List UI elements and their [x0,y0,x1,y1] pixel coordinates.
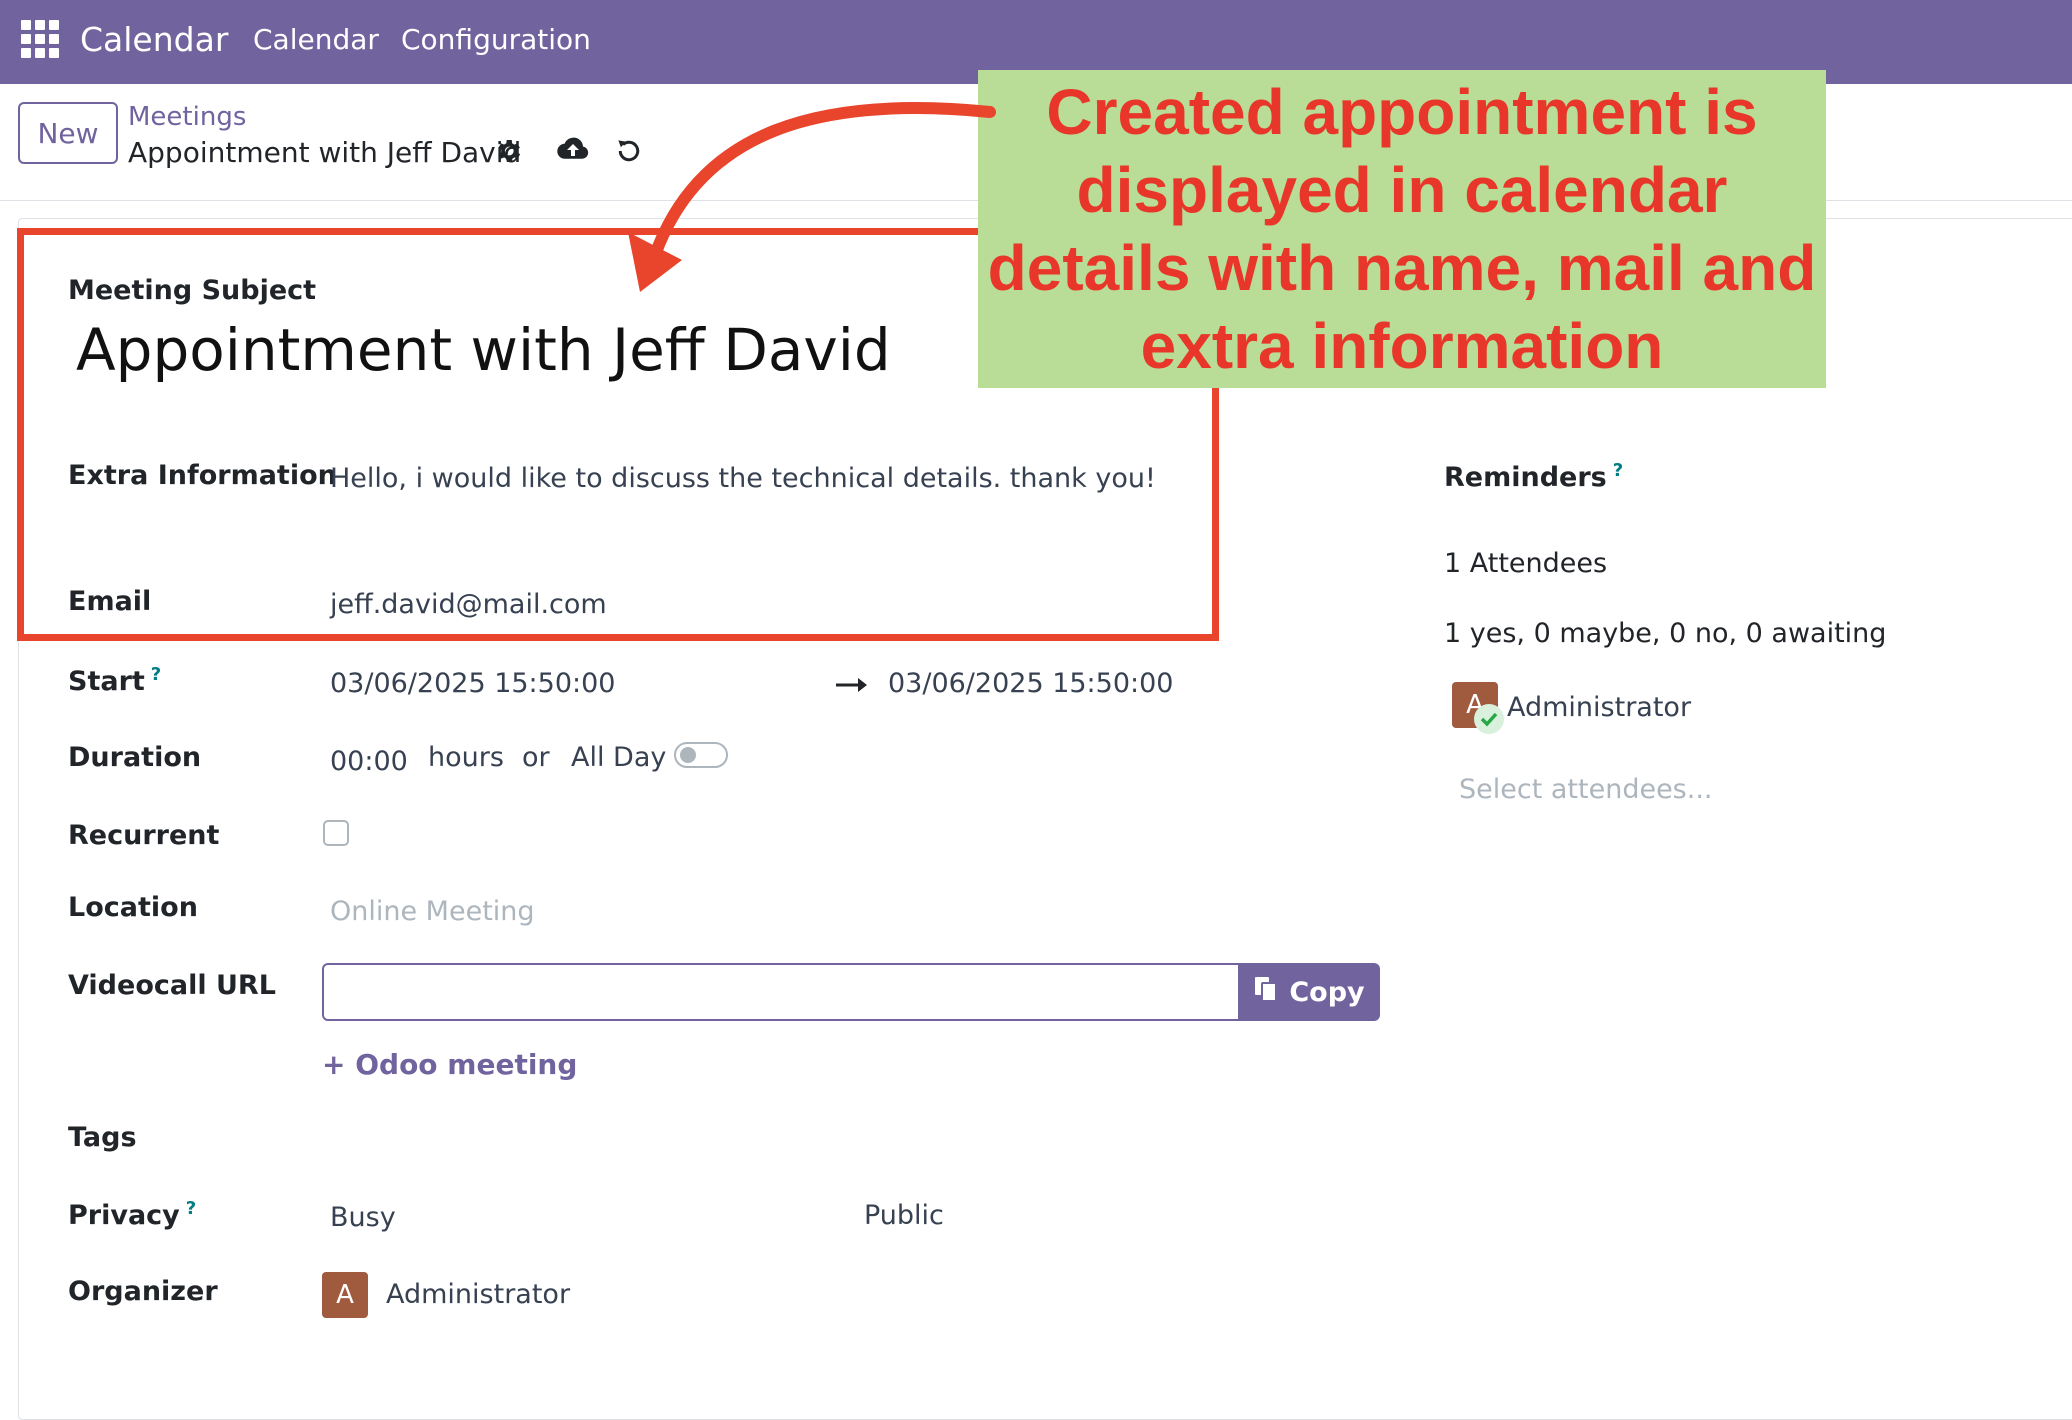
videocall-url-label: Videocall URL [68,970,276,1001]
start-help-icon[interactable]: ? [151,664,161,685]
tags-label: Tags [68,1122,137,1153]
stop-datetime-field[interactable]: 03/06/2025 15:50:00 [888,668,1173,699]
new-button[interactable]: New [18,102,118,164]
copy-label: Copy [1289,976,1365,1008]
recurrent-checkbox[interactable] [323,820,349,846]
accepted-check-icon [1474,704,1504,734]
select-attendees-input[interactable]: Select attendees... [1459,774,1713,805]
location-label: Location [68,892,198,923]
copy-button[interactable]: Copy [1238,963,1380,1021]
attendee-name[interactable]: Administrator [1507,692,1691,723]
breadcrumb-meetings[interactable]: Meetings [128,102,246,132]
start-datetime-field[interactable]: 03/06/2025 15:50:00 [330,668,615,699]
privacy-help-icon[interactable]: ? [186,1198,196,1219]
callout-text: Created appointment is displayed in cale… [987,76,1817,382]
organizer-avatar: A [322,1272,368,1318]
menu-calendar[interactable]: Calendar [253,23,379,56]
privacy-label: Privacy? [68,1198,196,1231]
reminders-label-text: Reminders [1444,462,1607,493]
videocall-url-input[interactable] [322,963,1240,1021]
all-day-label: All Day [571,742,667,773]
app-name[interactable]: Calendar [80,20,228,59]
organizer-label: Organizer [68,1276,218,1307]
reminders-label: Reminders? [1444,460,1623,493]
duration-field[interactable]: 00:00 [330,746,408,777]
annotation-callout: Created appointment is displayed in cale… [978,70,1826,388]
location-input[interactable]: Online Meeting [330,896,535,927]
attendees-count: 1 Attendees [1444,548,1608,579]
odoo-meeting-label: Odoo meeting [355,1048,578,1081]
start-label-text: Start [68,666,145,697]
menu-configuration[interactable]: Configuration [401,23,591,56]
or-text: or [522,742,550,773]
start-label: Start? [68,664,161,697]
copy-icon [1253,975,1279,1010]
reminders-help-icon[interactable]: ? [1613,460,1623,481]
odoo-meeting-link[interactable]: + Odoo meeting [322,1048,577,1081]
duration-label: Duration [68,742,202,773]
arrow-right-icon [836,676,868,698]
app-grid-icon[interactable] [21,20,59,58]
plus-icon: + [322,1048,346,1081]
show-as-field[interactable]: Busy [330,1202,396,1233]
discard-icon[interactable] [614,136,644,166]
hours-text: hours [428,742,504,773]
breadcrumb-current: Appointment with Jeff David [128,136,522,169]
recurrent-label: Recurrent [68,820,220,851]
all-day-toggle[interactable] [674,742,728,768]
attendees-summary: 1 yes, 0 maybe, 0 no, 0 awaiting [1444,618,1887,649]
gear-icon[interactable] [493,136,523,166]
cloud-upload-icon[interactable] [556,134,590,164]
privacy-field[interactable]: Public [864,1200,944,1231]
privacy-label-text: Privacy [68,1200,180,1231]
organizer-name[interactable]: Administrator [386,1279,570,1310]
